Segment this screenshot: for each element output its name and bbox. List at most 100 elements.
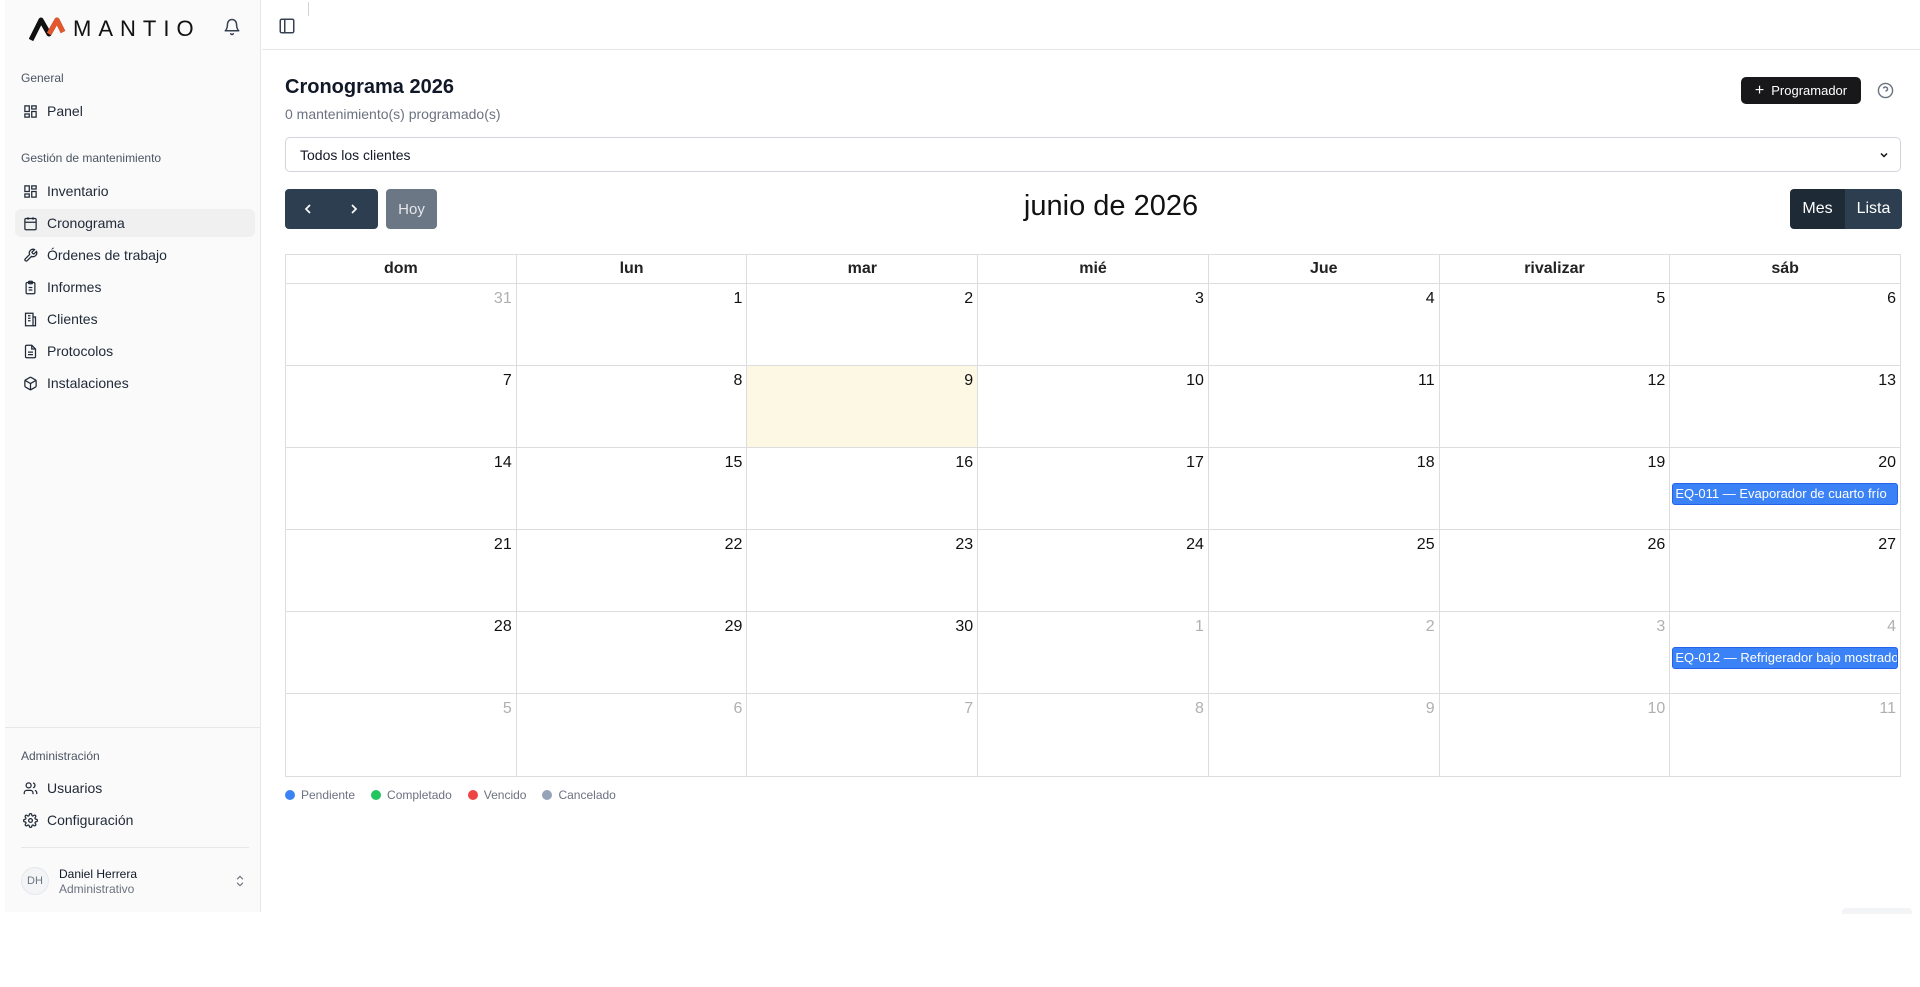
calendar-day[interactable]: 11 bbox=[1207, 366, 1439, 447]
calendar-week: 31 1 2 3 4 5 6 bbox=[286, 284, 1900, 366]
calendar-day[interactable]: 13 bbox=[1669, 366, 1900, 447]
calendar-day[interactable]: 2 bbox=[1207, 612, 1439, 693]
status-legend: Pendiente Completado Vencido Cancelado bbox=[285, 788, 632, 802]
day-number: 10 bbox=[1186, 372, 1204, 389]
calendar-day[interactable]: 15 bbox=[515, 448, 747, 529]
users-icon bbox=[23, 781, 38, 794]
next-month-button[interactable] bbox=[331, 189, 377, 229]
legend-item-overdue: Vencido bbox=[467, 788, 527, 802]
calendar-day[interactable]: 9 bbox=[1207, 694, 1439, 776]
calendar-day[interactable]: 6 bbox=[515, 694, 747, 776]
calendar-day[interactable]: 6 bbox=[1669, 284, 1900, 365]
gear-icon bbox=[23, 812, 38, 828]
sidebar-item-clientes[interactable]: Clientes bbox=[15, 305, 255, 333]
package-icon bbox=[24, 376, 37, 390]
day-number: 23 bbox=[955, 536, 974, 553]
view-month-button[interactable]: Mes bbox=[1790, 189, 1845, 229]
calendar-day[interactable]: 17 bbox=[977, 448, 1208, 529]
sidebar-item-label: Órdenes de trabajo bbox=[47, 247, 167, 263]
calendar-day[interactable]: 31 bbox=[286, 284, 516, 365]
document-icon bbox=[24, 344, 37, 358]
calendar-day[interactable]: 10 bbox=[977, 366, 1208, 447]
calendar-day[interactable]: 4 EQ-012 — Refrigerador bajo mostrador bbox=[1669, 612, 1900, 693]
calendar-day[interactable]: 8 bbox=[977, 694, 1208, 776]
legend-label: Vencido bbox=[483, 788, 527, 802]
calendar-day[interactable]: 5 bbox=[1438, 284, 1670, 365]
calendar-day[interactable]: 29 bbox=[515, 612, 747, 693]
day-number: 7 bbox=[502, 372, 512, 389]
weekday-label: rivalizar bbox=[1438, 255, 1670, 283]
client-filter-select[interactable]: Todos los clientes bbox=[285, 137, 1901, 172]
sidebar-item-informes[interactable]: Informes bbox=[15, 273, 255, 301]
floating-tab[interactable] bbox=[1842, 908, 1912, 914]
calendar-day[interactable]: 3 bbox=[1438, 612, 1670, 693]
calendar-day[interactable]: 2 bbox=[746, 284, 977, 365]
status-dot bbox=[467, 790, 478, 800]
programmer-button[interactable]: + Programador bbox=[1741, 77, 1861, 104]
chevrons-up-down-icon bbox=[236, 875, 244, 887]
clipboard-icon bbox=[25, 280, 36, 294]
calendar-day[interactable]: 1 bbox=[515, 284, 747, 365]
sidebar: MANTIO General Panel Gestión de mantenim… bbox=[5, 0, 261, 912]
calendar-day[interactable]: 24 bbox=[977, 530, 1208, 611]
calendar-day[interactable]: 26 bbox=[1438, 530, 1670, 611]
calendar-week: 14 15 16 17 18 19 20 EQ-011 — Evaporador… bbox=[286, 448, 1900, 530]
calendar-day[interactable]: 18 bbox=[1207, 448, 1439, 529]
calendar-day[interactable]: 23 bbox=[746, 530, 977, 611]
calendar-day-today[interactable]: 9 bbox=[746, 366, 978, 447]
calendar-day[interactable]: 10 bbox=[1438, 694, 1670, 776]
calendar-day[interactable]: 4 bbox=[1207, 284, 1439, 365]
calendar-day[interactable]: 7 bbox=[746, 694, 977, 776]
sidebar-toggle-icon[interactable] bbox=[278, 17, 296, 35]
bell-icon[interactable] bbox=[223, 18, 241, 36]
sidebar-item-panel[interactable]: Panel bbox=[15, 97, 255, 125]
chevron-left-icon bbox=[304, 204, 311, 214]
view-list-button[interactable]: Lista bbox=[1845, 189, 1902, 229]
calendar-day[interactable]: 11 bbox=[1669, 694, 1900, 776]
calendar-event[interactable]: EQ-012 — Refrigerador bajo mostrador bbox=[1672, 647, 1899, 669]
day-number: 5 bbox=[502, 700, 512, 717]
page-subtitle: 0 mantenimiento(s) programado(s) bbox=[285, 106, 501, 122]
calendar-day[interactable]: 21 bbox=[286, 530, 516, 611]
calendar-day[interactable]: 25 bbox=[1207, 530, 1439, 611]
calendar-day[interactable]: 22 bbox=[515, 530, 747, 611]
calendar-day[interactable]: 5 bbox=[286, 694, 516, 776]
sidebar-item-protocolos[interactable]: Protocolos bbox=[15, 337, 255, 365]
sidebar-item-instalaciones[interactable]: Instalaciones bbox=[15, 369, 255, 397]
avatar: DH bbox=[21, 867, 49, 895]
user-menu[interactable]: DH Daniel Herrera Administrativo bbox=[17, 862, 255, 900]
calendar-day[interactable]: 14 bbox=[286, 448, 516, 529]
day-number: 26 bbox=[1647, 536, 1666, 553]
calendar-day[interactable]: 28 bbox=[286, 612, 516, 693]
calendar-event[interactable]: EQ-011 — Evaporador de cuarto frío bbox=[1672, 483, 1899, 505]
calendar-day[interactable]: 19 bbox=[1438, 448, 1670, 529]
legend-item-cancelled: Cancelado bbox=[542, 788, 616, 802]
day-number: 5 bbox=[1656, 290, 1666, 307]
calendar-day[interactable]: 7 bbox=[286, 366, 516, 447]
sidebar-item-ordenes[interactable]: Órdenes de trabajo bbox=[15, 241, 255, 269]
brand-logo[interactable]: MANTIO bbox=[29, 14, 201, 44]
calendar-day[interactable]: 30 bbox=[746, 612, 977, 693]
calendar-day[interactable]: 8 bbox=[515, 366, 747, 447]
day-number: 8 bbox=[1194, 700, 1204, 717]
weekday-label: mié bbox=[977, 255, 1208, 283]
calendar-day[interactable]: 20 EQ-011 — Evaporador de cuarto frío bbox=[1669, 448, 1900, 529]
view-switcher: Mes Lista bbox=[1790, 189, 1902, 229]
sidebar-item-usuarios[interactable]: Usuarios bbox=[15, 774, 255, 802]
calendar-day[interactable]: 27 bbox=[1669, 530, 1900, 611]
sidebar-item-cronograma[interactable]: Cronograma bbox=[15, 209, 255, 237]
calendar-day[interactable]: 12 bbox=[1438, 366, 1670, 447]
section-label-maintenance: Gestión de mantenimiento bbox=[21, 151, 162, 165]
sidebar-item-inventario[interactable]: Inventario bbox=[15, 177, 255, 205]
calendar-week: 5 6 7 8 9 10 11 bbox=[286, 694, 1900, 776]
today-button[interactable]: Hoy bbox=[386, 189, 437, 229]
help-icon[interactable] bbox=[1877, 82, 1894, 99]
day-number: 17 bbox=[1186, 454, 1204, 471]
brand-name: MANTIO bbox=[73, 16, 201, 41]
calendar-day[interactable]: 1 bbox=[977, 612, 1208, 693]
prev-month-button[interactable] bbox=[285, 189, 331, 229]
sidebar-item-label: Instalaciones bbox=[47, 375, 129, 391]
calendar-day[interactable]: 16 bbox=[746, 448, 977, 529]
calendar-day[interactable]: 3 bbox=[977, 284, 1208, 365]
sidebar-item-configuracion[interactable]: Configuración bbox=[15, 806, 255, 834]
